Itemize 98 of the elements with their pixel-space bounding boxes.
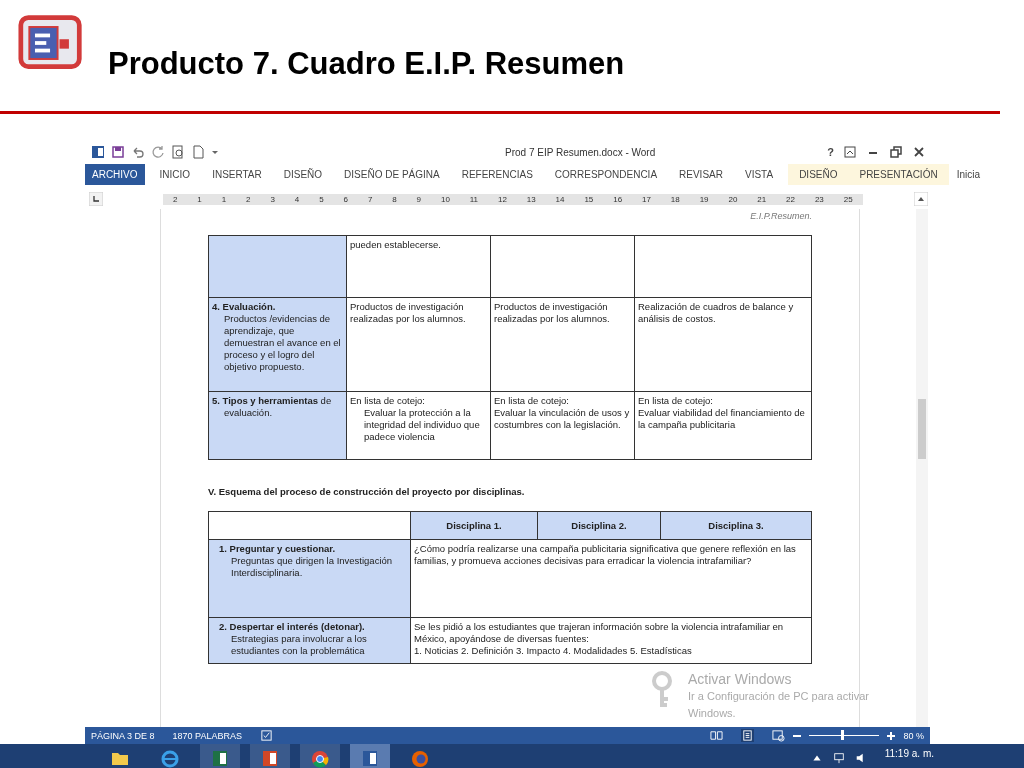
- ribbon-tab[interactable]: INICIO: [152, 164, 198, 185]
- ruler-number: 4: [294, 194, 300, 204]
- table-cell: En lista de cotejo: Evaluar la vinculación de usos y costumbres con la legislación.: [491, 392, 635, 460]
- ribbon-tab[interactable]: CORRESPONDENCIA: [547, 164, 665, 185]
- scroll-up-icon[interactable]: [914, 192, 928, 206]
- table-cell: ¿Cómo podría realizarse una campaña publicitaria significativa que genere reflexión en las familias, y promueva acciones decisivas para erradicar la violencia intrafamiliar?: [411, 540, 812, 618]
- slide-title: Producto 7. Cuadro E.I.P. Resumen: [108, 46, 625, 82]
- undo-icon[interactable]: [131, 145, 145, 159]
- table-cell: Realización de cuadros de balance y análisis de costos.: [635, 298, 812, 392]
- ribbon-tab[interactable]: DISEÑO: [788, 164, 849, 185]
- redo-icon[interactable]: [151, 145, 165, 159]
- activation-notice: Activar Windows: [688, 671, 793, 688]
- ruler-number: 2: [246, 194, 251, 204]
- ribbon-tab[interactable]: REFERENCIAS: [454, 164, 540, 185]
- firefox-icon[interactable]: [410, 748, 430, 768]
- ruler-number: 1: [197, 194, 202, 204]
- chrome-icon[interactable]: [310, 748, 330, 768]
- ribbon-tab[interactable]: Inicia: [954, 164, 982, 185]
- ribbon-tab[interactable]: REVISAR: [672, 164, 730, 185]
- row-label: 2. Despertar el interés (detonar).: [219, 621, 366, 633]
- word-count[interactable]: 1870 PALABRAS: [172, 730, 242, 741]
- ruler-number: 17: [642, 194, 651, 204]
- ruler-number: 14: [555, 194, 565, 204]
- table-cell: En lista de cotejo: Evaluar viabilidad del financiamiento de la campaña publicitaria: [635, 392, 812, 460]
- ruler-number: 3: [270, 194, 275, 204]
- restore-icon[interactable]: [889, 145, 903, 159]
- ruler-number: 21: [757, 194, 767, 204]
- column-header: Disciplina 2.: [538, 512, 661, 540]
- zoom-level[interactable]: 80 %: [903, 730, 924, 741]
- help-button[interactable]: ?: [827, 146, 834, 158]
- ruler-number: 1: [221, 194, 227, 204]
- row-detail: Estrategias para involucrar a los estudiantes con la problemática: [230, 633, 368, 657]
- excel-icon[interactable]: [210, 748, 230, 768]
- new-document-icon[interactable]: [191, 145, 205, 159]
- ruler-number: 18: [670, 194, 680, 204]
- ruler-number: 7: [367, 194, 373, 204]
- ruler[interactable]: 2 1 1 2 3 4 5 6 7 8 9 10 11 12 13 14 15 16 17 18 19 20 21 22 23 25: [163, 193, 863, 205]
- column-header: Disciplina 1.: [411, 512, 538, 540]
- ribbon-tab[interactable]: VISTA: [737, 164, 781, 185]
- row-detail: evaluación.: [223, 407, 274, 419]
- ruler-number: 25: [843, 194, 853, 204]
- zoom-slider[interactable]: [841, 730, 844, 740]
- ribbon-tab[interactable]: PRESENTACIÓN: [848, 164, 949, 185]
- proofing-icon[interactable]: [259, 729, 273, 742]
- print-preview-icon[interactable]: [171, 145, 185, 159]
- page-count[interactable]: PÁGINA 3 DE 8: [91, 730, 155, 741]
- table-cell: pueden establecerse.: [347, 236, 491, 298]
- close-icon[interactable]: [912, 145, 926, 159]
- ruler-number: 23: [814, 194, 824, 204]
- network-icon[interactable]: [832, 752, 845, 764]
- ribbon-tab[interactable]: DISEÑO DE PÁGINA: [337, 164, 447, 185]
- activation-notice: Windows.: [688, 706, 737, 721]
- ribbon-tab[interactable]: INSERTAR: [205, 164, 269, 185]
- table-cell: Productos de investigación realizadas por los alumnos.: [347, 298, 491, 392]
- header-text: E.I.P.Resumen.: [749, 210, 812, 223]
- word-icon[interactable]: [360, 748, 380, 768]
- ruler-number: 13: [526, 194, 536, 204]
- scrollbar[interactable]: [916, 209, 928, 727]
- ruler-number: 22: [786, 194, 795, 204]
- ribbon-tab[interactable]: ARCHIVO: [85, 164, 145, 185]
- row-detail: Productos /evidencias de aprendizaje, que demuestran el avance en el proceso y el logro del objetivo propuesto.: [223, 313, 342, 373]
- browser-icon[interactable]: [160, 748, 180, 768]
- zoom-in-icon[interactable]: [887, 731, 896, 740]
- tab-selector-icon[interactable]: [89, 192, 103, 206]
- ruler-number: 9: [416, 194, 422, 204]
- row-label: 4. Evaluación.: [212, 301, 277, 313]
- powerpoint-icon[interactable]: [260, 748, 280, 768]
- save-icon[interactable]: [111, 145, 125, 159]
- print-layout-icon[interactable]: [741, 729, 755, 742]
- ruler-number: 5: [319, 194, 324, 204]
- clock[interactable]: 11:19 a. m.: [884, 748, 934, 759]
- ribbon-display-icon[interactable]: [843, 145, 857, 159]
- ruler-number: 8: [392, 194, 397, 204]
- row-label: 1. Preguntar y cuestionar.: [219, 543, 337, 555]
- activation-notice: Ir a Configuración de PC para activar: [688, 689, 869, 704]
- read-mode-icon[interactable]: [710, 729, 724, 742]
- ribbon-tab[interactable]: DISEÑO: [276, 164, 330, 185]
- section-heading: V. Esquema del proceso de construcción del proyecto por disciplinas.: [208, 486, 526, 497]
- web-layout-icon[interactable]: [772, 729, 786, 742]
- ruler-number: 12: [498, 194, 507, 204]
- column-header: Disciplina 3.: [661, 512, 812, 540]
- caret-icon[interactable]: [211, 148, 219, 156]
- table-cell: En lista de cotejo: Evaluar la protección a la integridad del individuo que padece violencia: [347, 392, 491, 460]
- ruler-number: 6: [343, 194, 348, 204]
- table-cell: Se les pidió a los estudiantes que trajeran información sobre la violencia intrafamiliar en México, apoyándose de diversas fuentes: 1. Noticias 2. Definición 3. Impacto 4. Modalidades 5. Estadísticas: [411, 618, 812, 664]
- ruler-number: 15: [584, 194, 594, 204]
- ruler-number: 16: [613, 194, 623, 204]
- window-title: Prod 7 EIP Resumen.docx - Word: [504, 146, 657, 158]
- ruler-number: 10: [440, 194, 450, 204]
- table-cell: Productos de investigación realizadas por los alumnos.: [491, 298, 635, 392]
- row-label: 5. Tipos y herramientas de: [212, 395, 333, 407]
- logo-icon: [18, 14, 84, 72]
- ruler-number: 20: [728, 194, 738, 204]
- row-detail: Preguntas que dirigen la Investigación Interdisciplinaria.: [230, 555, 394, 579]
- word-icon[interactable]: [91, 145, 105, 159]
- ruler-number: 11: [469, 194, 479, 204]
- ruler-number: 19: [699, 194, 709, 204]
- ruler-number: 2: [173, 194, 178, 204]
